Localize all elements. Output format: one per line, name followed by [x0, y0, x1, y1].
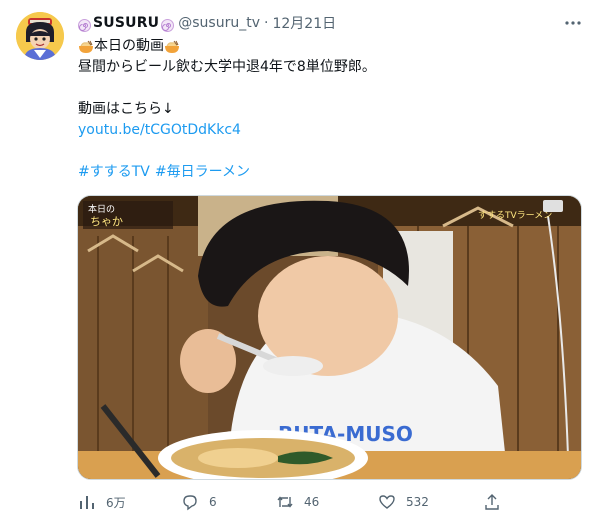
user-handle[interactable]: @susuru_tv	[178, 15, 260, 31]
svg-text:本日の: 本日の	[88, 203, 115, 215]
tweet-actions: 6万 6 46 532	[78, 490, 508, 514]
reply-count: 6	[209, 495, 217, 509]
svg-text:ちゃか: ちゃか	[90, 215, 123, 228]
avatar[interactable]	[16, 12, 64, 60]
naruto-swirl-icon	[78, 17, 91, 32]
tweet-line-2: 昼間からビール飲む大学中退4年で8単位野郎。	[78, 59, 376, 75]
views-chart-icon	[80, 496, 94, 509]
separator-dot: ·	[264, 15, 269, 31]
display-name[interactable]: SUSURU	[93, 15, 159, 31]
reply-icon	[183, 495, 197, 511]
reply-button[interactable]: 6	[181, 490, 217, 514]
ramen-bowl-icon	[164, 40, 180, 54]
retweet-button[interactable]: 46	[276, 490, 319, 514]
share-icon	[485, 494, 499, 510]
views-button[interactable]: 6万	[78, 490, 126, 514]
tweet-card[interactable]: SUSURU @susuru_tv · 12月21日 本日の動画 昼間からビール…	[0, 0, 598, 524]
tweet-line-1-text: 本日の動画	[94, 38, 164, 54]
tweet-text: 本日の動画 昼間からビール飲む大学中退4年で8単位野郎。 動画はこちら↓ you…	[78, 36, 578, 183]
retweet-icon	[277, 496, 293, 508]
tweet-line-1: 本日の動画	[78, 36, 578, 57]
tweet-line-3: 動画はこちら↓	[78, 101, 174, 117]
like-count: 532	[406, 495, 429, 509]
more-icon	[565, 21, 581, 25]
retweet-count: 46	[304, 495, 320, 509]
like-button[interactable]: 532	[378, 490, 429, 514]
views-count: 6万	[106, 495, 126, 510]
naruto-swirl-icon	[161, 17, 175, 32]
tweet-date[interactable]: 12月21日	[272, 13, 336, 33]
hashtag-line: #すするTV #毎日ラーメン	[78, 162, 578, 183]
tweet-header: SUSURU @susuru_tv · 12月21日	[78, 13, 336, 33]
tweet-link-line: youtu.be/tCGOtDdKkc4	[78, 120, 578, 141]
youtube-link[interactable]: youtu.be/tCGOtDdKkc4	[78, 120, 241, 141]
svg-text:すするTVラーメン: すするTVラーメン	[478, 210, 552, 221]
more-button[interactable]	[562, 12, 584, 34]
hashtag-susurutv[interactable]: #すするTV	[78, 162, 150, 183]
heart-icon	[379, 495, 395, 509]
ramen-bowl-icon	[78, 40, 94, 54]
hashtag-mainichi-ramen[interactable]: #毎日ラーメン	[155, 162, 250, 183]
tweet-media-image[interactable]: BUTA-MUSO 本日の ちゃか すするTVラーメン	[77, 195, 582, 480]
share-button[interactable]	[483, 490, 501, 514]
